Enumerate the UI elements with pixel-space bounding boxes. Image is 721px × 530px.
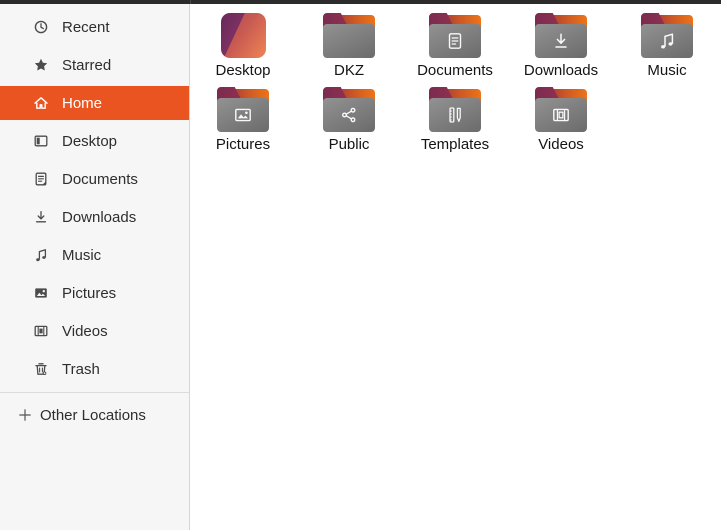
documents-icon <box>33 171 49 187</box>
folder-icon <box>429 87 481 132</box>
document-glyph-icon <box>445 31 465 51</box>
folder-icon <box>323 87 375 132</box>
pictures-icon <box>33 285 49 301</box>
folder-front <box>535 98 587 132</box>
sidebar-item-label: Videos <box>62 322 108 340</box>
folder-icon <box>641 13 693 58</box>
folder-front <box>323 98 375 132</box>
sidebar-item-trash[interactable]: Trash <box>0 352 189 386</box>
folder-icon <box>217 87 269 132</box>
sidebar-item-label: Downloads <box>62 208 137 226</box>
sidebar-item-label: Trash <box>62 360 100 378</box>
folder-grid: Desktop DKZ Documents Downloads Music Pi… <box>190 4 721 153</box>
folder-front <box>429 98 481 132</box>
folder-front <box>429 24 481 58</box>
share-glyph-icon <box>339 105 359 125</box>
sidebar-item-videos[interactable]: Videos <box>0 314 189 348</box>
folder-label: Templates <box>420 136 490 153</box>
sidebar-item-home[interactable]: Home <box>0 86 189 120</box>
sidebar-item-music[interactable]: Music <box>0 238 189 272</box>
sidebar-item-label: Music <box>62 246 102 264</box>
folder-label: Public <box>328 136 370 153</box>
folder-icon <box>323 13 375 58</box>
folder-item-pictures[interactable]: Pictures <box>190 78 296 153</box>
plus-icon <box>17 407 33 423</box>
sidebar-item-recent[interactable]: Recent <box>0 10 189 44</box>
folder-item-documents[interactable]: Documents <box>402 4 508 79</box>
folder-icon <box>429 87 481 132</box>
folder-icon <box>641 13 693 58</box>
sidebar-item-label: Recent <box>62 18 110 36</box>
folder-item-templates[interactable]: Templates <box>402 78 508 153</box>
folder-item-public[interactable]: Public <box>296 78 402 153</box>
sidebar-item-label: Pictures <box>62 284 117 302</box>
folder-icon <box>535 13 587 58</box>
template-glyph-icon <box>445 105 465 125</box>
folder-item-dkz[interactable]: DKZ <box>296 4 402 79</box>
folder-item-videos[interactable]: Videos <box>508 78 614 153</box>
folder-front <box>641 24 693 58</box>
desktop-icon <box>33 133 49 149</box>
folder-label: Videos <box>538 136 584 153</box>
folder-icon <box>323 13 375 58</box>
folder-icon <box>217 87 269 132</box>
desktop-gradient-icon <box>220 13 266 58</box>
image-glyph-icon <box>233 105 253 125</box>
folder-icon <box>429 13 481 58</box>
folder-icon <box>429 13 481 58</box>
download-glyph-icon <box>551 31 571 51</box>
header-seam <box>190 0 191 4</box>
recent-icon <box>33 19 49 35</box>
sidebar-item-label: Other Locations <box>40 406 146 424</box>
folder-icon <box>535 87 587 132</box>
star-icon <box>33 57 49 73</box>
folder-item-desktop[interactable]: Desktop <box>190 4 296 79</box>
sidebar-item-label: Home <box>62 94 103 112</box>
videos-icon <box>33 323 49 339</box>
sidebar-list: Recent Starred Home Desktop Documents Do… <box>0 4 189 386</box>
folder-front <box>535 24 587 58</box>
folder-item-downloads[interactable]: Downloads <box>508 4 614 79</box>
trash-icon <box>33 361 49 377</box>
sidebar-item-other-locations[interactable]: Other Locations <box>0 398 189 432</box>
folder-front <box>323 24 375 58</box>
downloads-icon <box>33 209 49 225</box>
sidebar-item-desktop[interactable]: Desktop <box>0 124 189 158</box>
sidebar-item-label: Documents <box>62 170 138 188</box>
sidebar-item-label: Desktop <box>62 132 118 150</box>
folder-front <box>217 98 269 132</box>
sidebar-item-pictures[interactable]: Pictures <box>0 276 189 310</box>
folder-icon <box>535 87 587 132</box>
sidebar-item-starred[interactable]: Starred <box>0 48 189 82</box>
sidebar-item-documents[interactable]: Documents <box>0 162 189 196</box>
sidebar-item-downloads[interactable]: Downloads <box>0 200 189 234</box>
window-header-edge <box>0 0 721 4</box>
folder-icon <box>323 87 375 132</box>
music-icon <box>33 247 49 263</box>
sidebar-item-label: Starred <box>62 56 112 74</box>
desktop-gradient-icon <box>220 13 266 58</box>
folder-label: Music <box>647 62 687 79</box>
music-note-glyph-icon <box>657 31 677 51</box>
file-browser-content: Desktop DKZ Documents Downloads Music Pi… <box>190 4 721 530</box>
film-glyph-icon <box>551 105 571 125</box>
folder-label: Pictures <box>215 136 271 153</box>
sidebar-separator <box>0 392 189 393</box>
home-icon <box>33 95 49 111</box>
folder-icon <box>535 13 587 58</box>
places-sidebar: Recent Starred Home Desktop Documents Do… <box>0 4 190 530</box>
folder-item-music[interactable]: Music <box>614 4 720 79</box>
